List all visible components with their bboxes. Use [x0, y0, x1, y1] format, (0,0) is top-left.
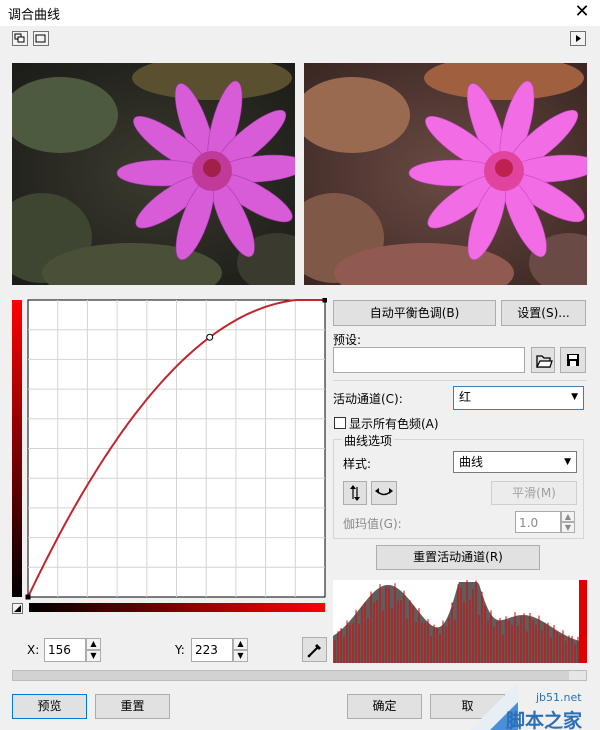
show-all-checkbox[interactable]: [334, 417, 346, 429]
settings-button[interactable]: 设置(S)...: [501, 300, 586, 326]
flip-curve-button[interactable]: [343, 481, 367, 505]
expand-triangle-icon[interactable]: [570, 31, 586, 46]
auto-balance-button[interactable]: 自动平衡色调(B): [333, 300, 496, 326]
presets-label: 预设:: [333, 333, 362, 347]
gamma-down-icon[interactable]: ▼: [561, 522, 575, 533]
save-preset-button[interactable]: [560, 347, 586, 373]
curve-control-point: [206, 333, 214, 341]
flip-horizontal-button[interactable]: [371, 481, 397, 505]
before-preview-image: [12, 63, 295, 285]
x-coord-label: X:: [27, 643, 40, 657]
smooth-button[interactable]: 平滑(M): [491, 481, 577, 505]
style-select[interactable]: 曲线 ▼: [453, 451, 577, 473]
active-channel-label: 活动通道(C):: [333, 392, 403, 406]
y-down-icon[interactable]: ▼: [233, 650, 248, 662]
watermark: jb51.net 脚本之家: [470, 662, 600, 730]
eyedropper-button[interactable]: [302, 637, 327, 662]
curve-endpoint: [25, 594, 31, 600]
after-preview-image: [304, 63, 587, 285]
reset-button[interactable]: 重置: [95, 694, 170, 719]
histogram-clip-indicator: [579, 580, 587, 663]
active-channel-value: 红: [459, 390, 472, 404]
split-view-icon[interactable]: [12, 31, 28, 46]
gamma-up-icon[interactable]: ▲: [561, 511, 575, 522]
open-preset-button[interactable]: [531, 347, 555, 373]
histogram: [333, 580, 587, 663]
output-gradient-bar: [12, 300, 22, 597]
style-value: 曲线: [459, 455, 484, 469]
y-coord-input[interactable]: 223: [191, 638, 233, 662]
folder-open-icon: [536, 355, 553, 368]
flip-horizontal-icon: [375, 488, 393, 496]
eyedropper-icon: [307, 644, 321, 658]
x-up-icon[interactable]: ▲: [86, 638, 101, 650]
gamma-label: 伽玛值(G):: [343, 517, 402, 531]
single-view-icon[interactable]: [33, 31, 49, 46]
curve-editor[interactable]: [12, 297, 328, 613]
curve-options-title: 曲线选项: [342, 432, 395, 449]
y-up-icon[interactable]: ▲: [233, 638, 248, 650]
separator: [333, 380, 587, 381]
gamma-input[interactable]: 1.0: [515, 511, 561, 533]
y-coord-label: Y:: [175, 643, 185, 657]
title-bar: [0, 0, 600, 26]
watermark-site: jb51.net: [536, 691, 582, 704]
watermark-name: 脚本之家: [506, 710, 583, 730]
x-down-icon[interactable]: ▼: [86, 650, 101, 662]
x-coord-input[interactable]: 156: [44, 638, 86, 662]
active-channel-select[interactable]: 红 ▼: [453, 386, 584, 410]
chevron-down-icon: ▼: [564, 457, 571, 467]
close-button[interactable]: ✕: [570, 1, 594, 23]
presets-field[interactable]: [333, 347, 525, 373]
preview-button[interactable]: 预览: [12, 694, 87, 719]
save-disk-icon: [567, 354, 579, 366]
style-label: 样式:: [343, 457, 372, 471]
show-all-label: 显示所有色频(A): [349, 417, 439, 431]
ok-button[interactable]: 确定: [347, 694, 422, 719]
window-title: 调合曲线: [8, 8, 61, 23]
input-gradient-bar: [29, 603, 325, 612]
curve-reset-corner-icon[interactable]: [12, 603, 23, 614]
chevron-down-icon: ▼: [571, 392, 578, 402]
flip-vertical-icon: [350, 485, 360, 501]
curve-endpoint: [322, 297, 328, 303]
reset-channel-button[interactable]: 重置活动通道(R): [376, 545, 540, 570]
